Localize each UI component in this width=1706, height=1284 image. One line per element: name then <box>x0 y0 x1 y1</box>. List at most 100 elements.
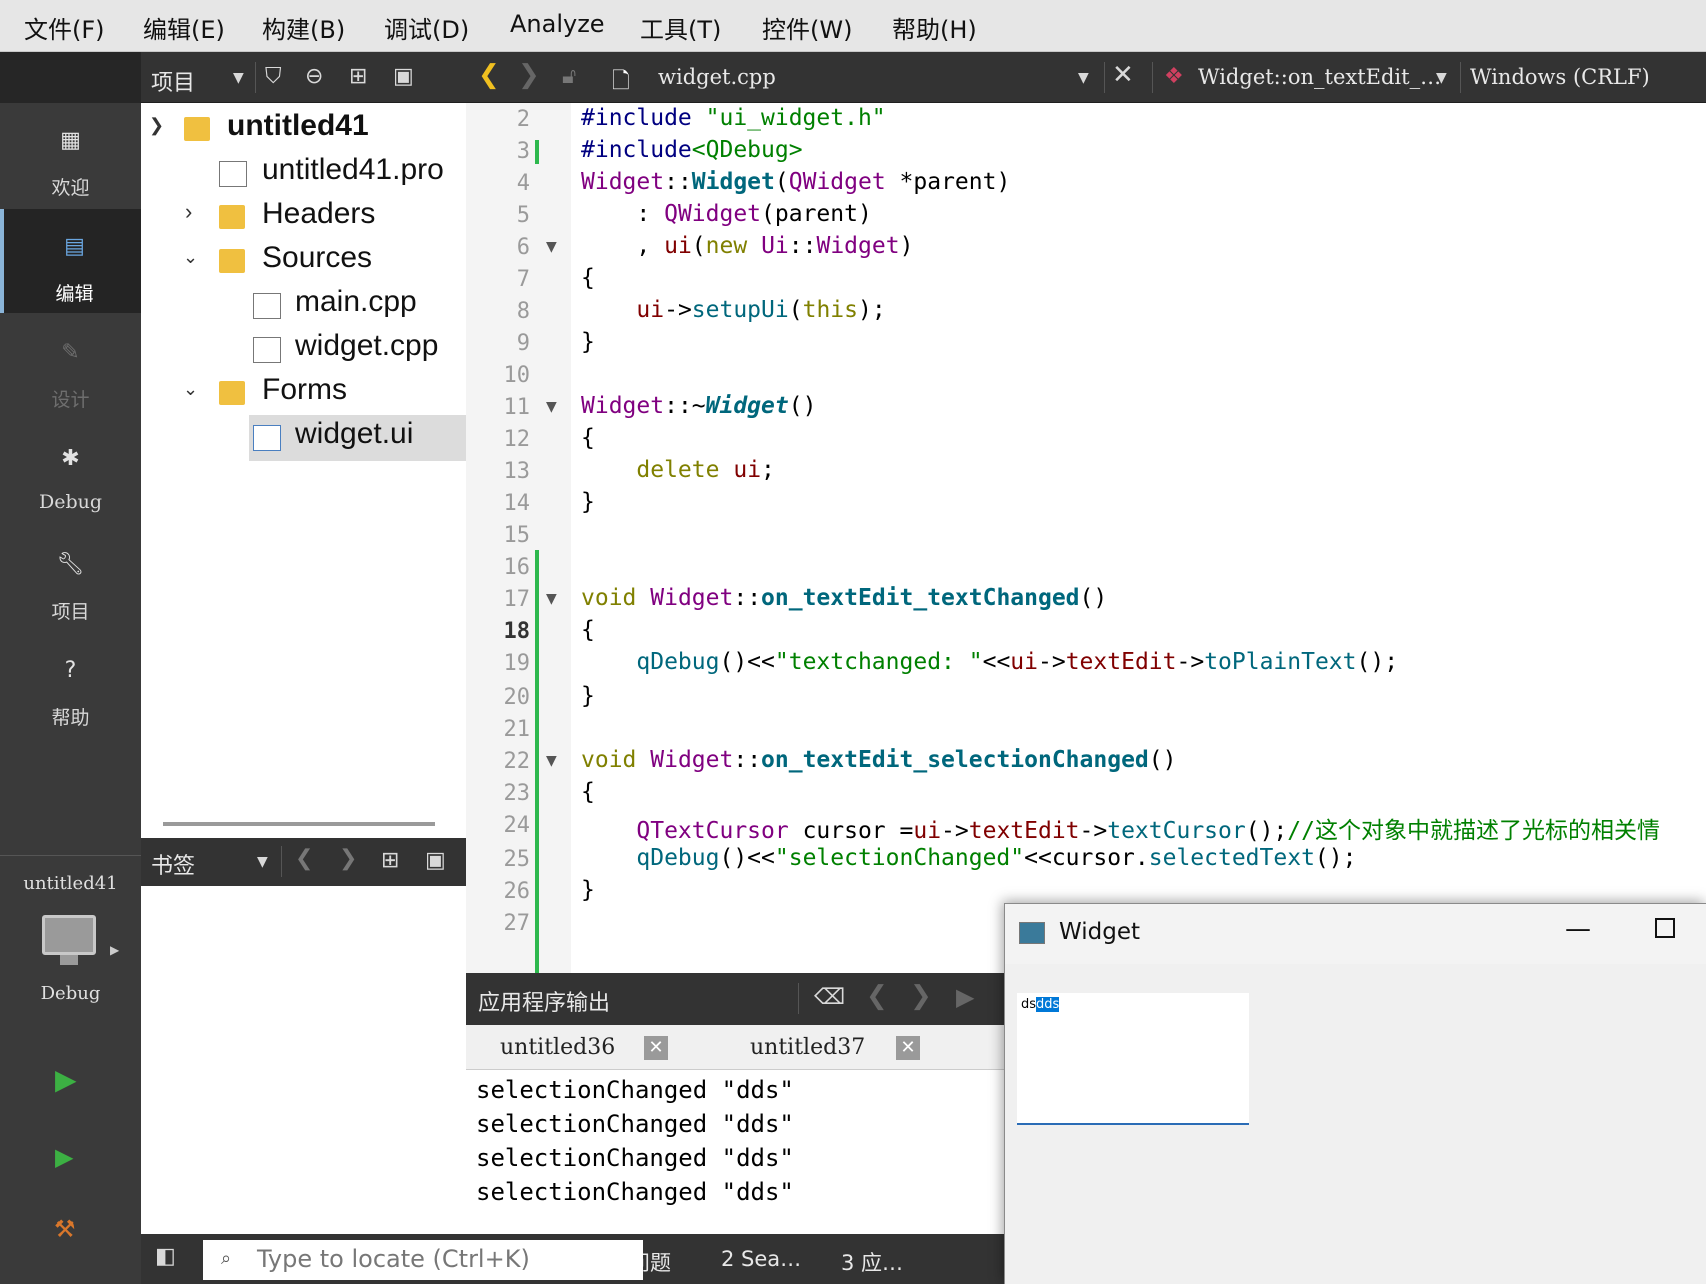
mode-label: 项目 <box>51 601 90 623</box>
menu-widgets[interactable]: 控件(W) <box>762 10 852 45</box>
chevron-down-icon[interactable]: ▼ <box>257 854 268 870</box>
close-pane-icon[interactable]: ▣ <box>425 848 446 873</box>
line-number: 14 <box>503 491 531 516</box>
clear-broom-icon[interactable]: ⌫ <box>814 985 845 1010</box>
toolbar-separator <box>255 62 256 93</box>
toggle-sidebar-icon[interactable]: ◧ <box>155 1244 176 1269</box>
menu-build[interactable]: 构建(B) <box>262 10 345 45</box>
previous-icon[interactable]: ❮ <box>866 981 888 1011</box>
mode-welcome[interactable]: ▦ 欢迎 <box>0 103 141 207</box>
chevron-down-icon[interactable]: ⌄ <box>183 247 198 268</box>
qt-project-folder-icon <box>184 117 210 141</box>
close-tab-icon[interactable]: ✕ <box>644 1036 668 1060</box>
bookmarks-view-selector[interactable]: 书签 <box>151 848 195 880</box>
pro-file-icon <box>219 161 247 187</box>
wrench-icon: 🔧︎ <box>56 552 85 577</box>
text-edit[interactable]: dsdds <box>1017 993 1249 1125</box>
fold-arrow-icon[interactable]: ▼ <box>546 591 557 607</box>
code-line: #include<QDebug> <box>581 137 803 163</box>
line-number: 20 <box>503 685 531 710</box>
run-icon[interactable]: ▶ <box>55 1063 77 1096</box>
code-line: { <box>581 425 595 451</box>
tree-item-pro-file[interactable]: untitled41.pro <box>141 151 466 197</box>
tree-horizontal-scrollbar[interactable] <box>163 822 435 826</box>
line-number: 6 <box>516 235 530 260</box>
status-pane-output[interactable]: 3 应… <box>841 1247 903 1277</box>
mode-label: 欢迎 <box>51 177 90 199</box>
tree-root[interactable]: ❯ untitled41 <box>141 107 466 153</box>
mode-help[interactable]: ? 帮助 <box>0 633 141 737</box>
tree-item-sources[interactable]: ⌄ Sources <box>141 239 466 285</box>
line-number: 17 <box>503 587 531 612</box>
chevron-down-icon[interactable]: ▼ <box>233 70 244 86</box>
chevron-right-icon[interactable]: › <box>185 199 192 225</box>
chevron-down-icon[interactable]: ⌄ <box>183 379 198 400</box>
document-selector[interactable]: widget.cpp <box>658 65 776 89</box>
close-icon[interactable]: ✕ <box>1112 60 1134 90</box>
triangle-right-icon[interactable]: ▶ <box>110 943 119 957</box>
fold-arrow-icon[interactable]: ▼ <box>546 399 557 415</box>
fold-arrow-icon[interactable]: ▼ <box>546 239 557 255</box>
locator-input[interactable]: ⌕ Type to locate (Ctrl+K) <box>203 1240 643 1280</box>
line-number: 19 <box>503 651 531 676</box>
forward-icon[interactable]: ❯ <box>339 846 357 871</box>
monitor-icon[interactable] <box>42 915 96 955</box>
pencil-icon: ✎ <box>61 340 80 365</box>
tree-item-headers[interactable]: › Headers <box>141 195 466 241</box>
output-tab-untitled37[interactable]: untitled37 <box>750 1035 865 1060</box>
code-line: } <box>581 489 595 515</box>
menu-edit[interactable]: 编辑(E) <box>143 10 225 45</box>
menu-analyze[interactable]: Analyze <box>510 10 605 38</box>
code-editor[interactable]: #include "ui_widget.h" #include<QDebug> … <box>571 103 1706 973</box>
tree-label: main.cpp <box>295 285 417 318</box>
link-icon[interactable]: ⊖ <box>305 64 323 89</box>
search-icon: ⌕ <box>221 1248 232 1269</box>
tree-label: Forms <box>262 373 347 406</box>
split-add-icon[interactable]: ⊞ <box>381 848 399 873</box>
code-line: delete ui; <box>636 457 775 483</box>
chevron-down-icon[interactable]: ❯ <box>149 115 164 136</box>
tree-item-widget-ui[interactable]: widget.ui <box>249 415 466 461</box>
build-hammer-icon[interactable]: ⚒ <box>54 1215 76 1243</box>
symbol-selector[interactable]: Widget::on_textEdit_… <box>1198 65 1441 89</box>
status-pane-search[interactable]: 2 Sea… <box>721 1247 801 1271</box>
mode-edit[interactable]: ▤ 编辑 <box>0 209 145 313</box>
menu-tools[interactable]: 工具(T) <box>640 10 721 45</box>
debug-run-icon[interactable]: ▶ <box>55 1143 73 1171</box>
close-tab-icon[interactable]: ✕ <box>896 1036 920 1060</box>
close-pane-icon[interactable]: ▣ <box>393 64 414 89</box>
output-tab-untitled36[interactable]: untitled36 <box>500 1035 615 1060</box>
menu-debug[interactable]: 调试(D) <box>384 10 469 45</box>
menu-file[interactable]: 文件(F) <box>24 10 105 45</box>
fold-arrow-icon[interactable]: ▼ <box>546 753 557 769</box>
split-add-icon[interactable]: ⊞ <box>349 64 367 89</box>
widget-titlebar[interactable]: Widget — <box>1005 904 1706 964</box>
tree-item-main-cpp[interactable]: main.cpp <box>141 283 466 329</box>
next-icon[interactable]: ❯ <box>910 981 932 1011</box>
project-view-selector[interactable]: 项目 <box>151 65 195 97</box>
run-icon[interactable]: ▶ <box>956 983 974 1011</box>
mode-debug[interactable]: ✱ Debug <box>0 421 141 525</box>
modified-line-marker <box>535 140 539 164</box>
mode-design[interactable]: ✎ 设计 <box>0 315 141 419</box>
minimize-icon[interactable]: — <box>1565 914 1591 944</box>
chevron-down-icon[interactable]: ▼ <box>1078 70 1089 86</box>
menu-help[interactable]: 帮助(H) <box>892 10 977 45</box>
forward-icon[interactable]: ❯ <box>518 60 540 90</box>
filter-icon[interactable]: ⛉ <box>265 64 282 89</box>
tree-item-widget-cpp[interactable]: widget.cpp <box>141 327 466 373</box>
code-line: , ui(new Ui::Widget) <box>581 233 914 259</box>
maximize-icon[interactable] <box>1655 918 1675 938</box>
line-number: 5 <box>516 203 530 228</box>
back-icon[interactable]: ❮ <box>478 60 500 90</box>
mode-projects[interactable]: 🔧︎ 项目 <box>0 527 141 631</box>
widget-window[interactable]: Widget — dsdds <box>1004 903 1706 1284</box>
tree-item-forms[interactable]: ⌄ Forms <box>141 371 466 417</box>
tree-label: untitled41.pro <box>262 153 444 186</box>
app-window-icon <box>1019 922 1045 944</box>
toolbar-separator <box>281 846 282 877</box>
chevron-down-icon[interactable]: ▼ <box>1436 70 1447 86</box>
line-ending-selector[interactable]: Windows (CRLF) <box>1470 65 1650 89</box>
back-icon[interactable]: ❮ <box>295 846 313 871</box>
toolbar-separator <box>1460 62 1461 93</box>
